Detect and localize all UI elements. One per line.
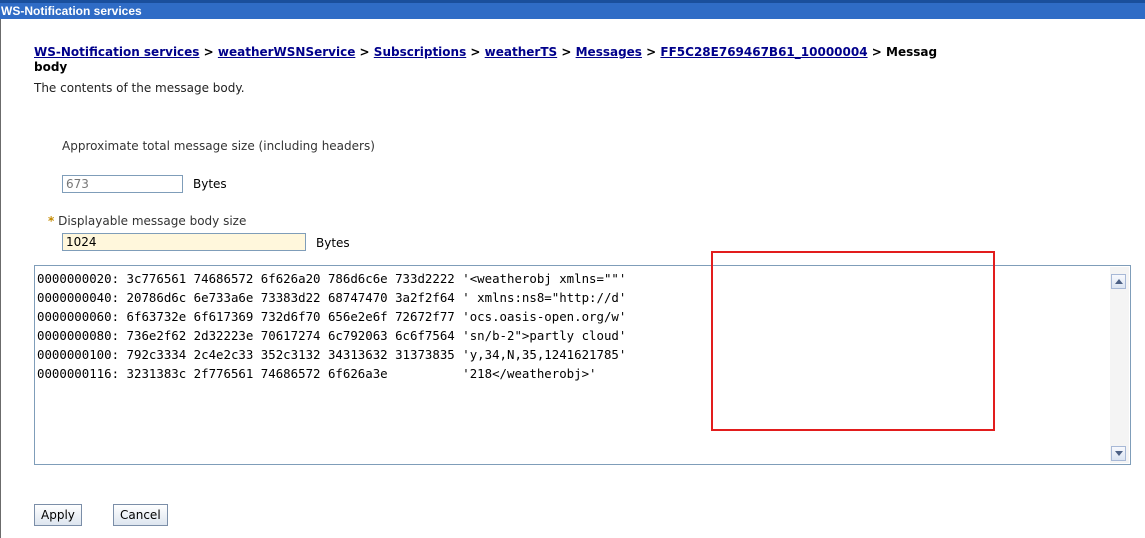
breadcrumb-link-message-id[interactable]: FF5C28E769467B61_10000004 [660,45,867,59]
breadcrumb-separator: > [203,45,214,59]
breadcrumb-link-topic[interactable]: weatherTS [485,45,558,59]
breadcrumb-link-service[interactable]: weatherWSNService [218,45,355,59]
scroll-up-button[interactable] [1111,274,1126,289]
hex-text: 'ocs.oasis-open.org/w' [462,309,627,324]
hex-text: 'sn/b-2">partly cloud' [462,328,627,343]
total-size-unit: Bytes [193,177,227,191]
breadcrumb-separator: > [359,45,370,59]
hex-bytes: 6f63732e 6f617369 732d6f70 656e2e6f 7267… [126,309,455,324]
page-title: body [34,60,68,74]
breadcrumb-link-messages[interactable]: Messages [576,45,642,59]
apply-button[interactable]: Apply [34,504,82,526]
hex-text: '<weatherobj xmlns=""' [462,271,627,286]
display-size-label: Displayable message body size [58,214,247,228]
hex-bytes: 736e2f62 2d32223e 70617274 6c792063 6c6f… [126,328,455,343]
cancel-button[interactable]: Cancel [113,504,168,526]
hex-offset: 0000000100: [37,347,120,362]
breadcrumb-separator: > [871,45,882,59]
display-size-field[interactable]: 1024 [62,233,306,251]
page-description: The contents of the message body. [34,81,245,95]
hex-text: '218</weatherobj>' [462,366,597,381]
hex-dump-line: 0000000040: 20786d6c 6e733a6e 73383d22 6… [37,288,626,307]
hex-bytes: 3231383c 2f776561 74686572 6f626a3e [126,366,455,381]
scroll-down-button[interactable] [1111,446,1126,461]
hex-text: ' xmlns:ns8="http://d' [462,290,627,305]
hex-bytes: 20786d6c 6e733a6e 73383d22 68747470 3a2f… [126,290,455,305]
message-body-textarea[interactable]: 0000000020: 3c776561 74686572 6f626a20 7… [34,265,1131,465]
hex-dump-line: 0000000100: 792c3334 2c4e2c33 352c3132 3… [37,345,626,364]
breadcrumb-link-ws-notification-services[interactable]: WS-Notification services [34,45,199,59]
hex-offset: 0000000116: [37,366,120,381]
hex-dump-line: 0000000080: 736e2f62 2d32223e 70617274 6… [37,326,626,345]
required-marker: * [48,214,55,228]
window-title: WS-Notification services [1,4,142,18]
hex-offset: 0000000020: [37,271,120,286]
hex-bytes: 792c3334 2c4e2c33 352c3132 34313632 3137… [126,347,455,362]
display-size-label-row: * Displayable message body size [48,214,246,228]
arrow-up-icon [1115,279,1123,284]
breadcrumb-current-head: Messag [886,45,938,59]
breadcrumb-separator: > [561,45,572,59]
hex-dump-line: 0000000116: 3231383c 2f776561 74686572 6… [37,364,626,383]
window-titlebar: WS-Notification services [0,0,1145,19]
hex-text: 'y,34,N,35,1241621785' [462,347,627,362]
hex-offset: 0000000060: [37,309,120,324]
left-border [0,19,1,538]
hex-bytes: 3c776561 74686572 6f626a20 786d6c6e 733d… [126,271,455,286]
arrow-down-icon [1115,451,1123,456]
hex-offset: 0000000080: [37,328,120,343]
breadcrumb-separator: > [646,45,657,59]
hex-dump-line: 0000000060: 6f63732e 6f617369 732d6f70 6… [37,307,626,326]
hex-dump-line: 0000000020: 3c776561 74686572 6f626a20 7… [37,269,626,288]
breadcrumb: WS-Notification services > weatherWSNSer… [34,45,1145,59]
hex-offset: 0000000040: [37,290,120,305]
display-size-unit: Bytes [316,236,350,250]
hex-dump-lines: 0000000020: 3c776561 74686572 6f626a20 7… [37,269,626,383]
breadcrumb-separator: > [470,45,481,59]
total-size-field[interactable]: 673 [62,175,183,193]
vertical-scrollbar[interactable] [1110,267,1129,463]
breadcrumb-link-subscriptions[interactable]: Subscriptions [374,45,466,59]
total-size-label: Approximate total message size (includin… [62,139,375,153]
